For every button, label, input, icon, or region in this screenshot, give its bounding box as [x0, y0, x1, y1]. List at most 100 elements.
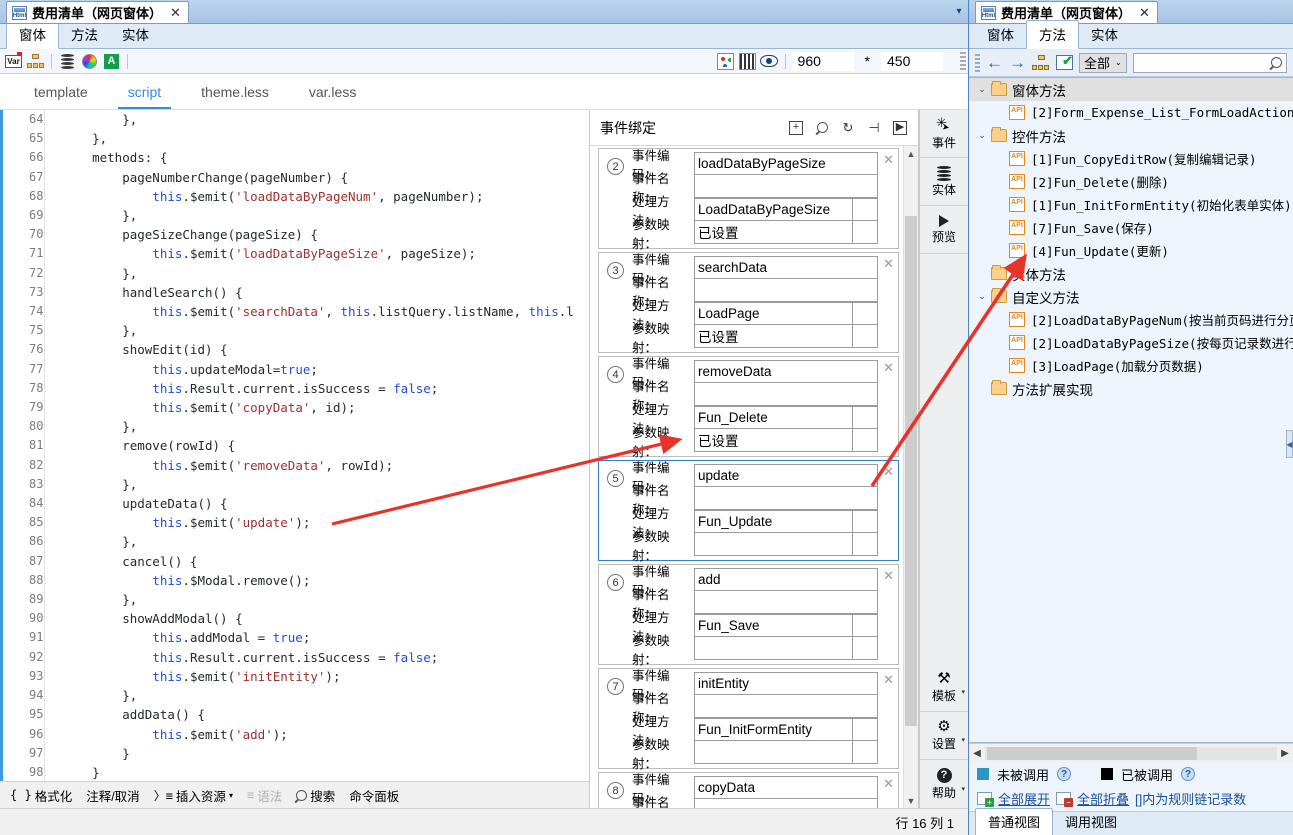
code-line-text[interactable]: }, — [62, 417, 589, 436]
close-icon[interactable]: ✕ — [1139, 5, 1150, 21]
param-map-button[interactable] — [852, 533, 878, 556]
hscroll-thumb[interactable] — [987, 746, 1198, 760]
tree-folder-node[interactable]: 实体方法 — [969, 262, 1293, 285]
tree-twisty-icon[interactable]: ⌄ — [973, 130, 991, 141]
right-menu-tab-method[interactable]: 方法 — [1026, 20, 1079, 49]
code-line-text[interactable]: showAddModal() { — [62, 609, 589, 628]
code-line-text[interactable]: }, — [62, 590, 589, 609]
tree-method-node[interactable]: API [2]LoadDataByPageNum(按当前页码进行分页) — [969, 308, 1293, 331]
rail-button-template[interactable]: ⚒ 模板 ▾ — [920, 664, 968, 712]
code-line-text[interactable]: pageNumberChange(pageNumber) { — [62, 168, 589, 187]
scroll-up-icon[interactable]: ▲ — [904, 146, 918, 161]
scroll-left-icon[interactable]: ◀ — [969, 748, 985, 759]
handler-picker-button[interactable] — [852, 510, 878, 533]
database-icon[interactable] — [58, 52, 77, 71]
chevron-down-icon[interactable]: ▾ — [961, 736, 965, 744]
event-code-input[interactable]: copyData — [694, 776, 878, 799]
handler-input[interactable]: Fun_Save — [694, 614, 852, 637]
tab-var-less[interactable]: var.less — [289, 76, 376, 108]
help-icon-called[interactable]: ? — [1181, 767, 1196, 781]
event-code-input[interactable]: loadDataByPageSize — [694, 152, 878, 175]
param-map-input[interactable] — [694, 637, 852, 660]
tree-horizontal-scrollbar[interactable]: ◀ ▶ — [969, 743, 1293, 762]
search-button[interactable]: 搜索 — [293, 786, 335, 805]
code-line-text[interactable]: remove(rowId) { — [62, 436, 589, 455]
hscroll-track[interactable] — [985, 746, 1277, 760]
green-a-icon[interactable]: A — [102, 52, 121, 71]
tree-folder-node[interactable]: ⌄ 窗体方法 — [969, 78, 1293, 101]
insert-resource-button[interactable]: 〉≡ 插入资源 ▾ — [154, 786, 233, 805]
tree-method-node[interactable]: API [7]Fun_Save(保存) — [969, 216, 1293, 239]
scroll-right-icon[interactable]: ▶ — [1277, 748, 1293, 759]
code-line-text[interactable]: showEdit(id) { — [62, 340, 589, 359]
code-line-text[interactable]: this.Result.current.isSuccess = false; — [62, 648, 589, 667]
add-icon[interactable]: + — [788, 120, 804, 136]
event-name-input[interactable] — [694, 175, 878, 198]
param-map-input[interactable]: 已设置 — [694, 221, 852, 244]
param-map-input[interactable]: 已设置 — [694, 429, 852, 452]
param-map-button[interactable] — [852, 637, 878, 660]
layout-grid-icon[interactable] — [716, 52, 735, 71]
code-line-text[interactable]: this.$emit('initEntity'); — [62, 667, 589, 686]
code-line-text[interactable]: this.$emit('loadDataByPageNum', pageNumb… — [62, 187, 589, 206]
filter-select[interactable]: 全部 ⌄ — [1079, 52, 1127, 73]
handler-input[interactable]: Fun_Update — [694, 510, 852, 533]
code-line-text[interactable]: handleSearch() { — [62, 283, 589, 302]
forward-icon[interactable]: → — [1009, 54, 1026, 71]
refresh-icon[interactable]: ↻ — [840, 120, 856, 136]
tab-normal-view[interactable]: 普通视图 — [975, 808, 1054, 835]
rail-button-entity[interactable]: 实体 — [920, 158, 968, 206]
sitemap-icon[interactable] — [26, 52, 45, 71]
event-name-input[interactable] — [694, 279, 878, 302]
param-map-button[interactable] — [852, 429, 878, 452]
tree-method-node[interactable]: API [2]Form_Expense_List_FormLoadAction(F… — [969, 101, 1293, 124]
sitemap-icon[interactable] — [1032, 54, 1050, 71]
tree-method-node[interactable]: API [1]Fun_InitFormEntity(初始化表单实体) — [969, 193, 1293, 216]
tree-method-node[interactable]: API [1]Fun_CopyEditRow(复制编辑记录) — [969, 147, 1293, 170]
remove-binding-icon[interactable]: ✕ — [883, 256, 894, 272]
tree-folder-node[interactable]: ⌄ 自定义方法 — [969, 285, 1293, 308]
eye-icon[interactable] — [760, 52, 779, 71]
var-icon[interactable]: Var — [4, 52, 23, 71]
code-line-text[interactable]: }, — [62, 264, 589, 283]
document-tab-expense-list[interactable]: Html 费用清单（网页窗体） ✕ — [6, 1, 189, 23]
event-code-input[interactable]: removeData — [694, 360, 878, 383]
handler-input[interactable]: LoadDataByPageSize — [694, 198, 852, 221]
handler-input[interactable]: Fun_InitFormEntity — [694, 718, 852, 741]
handler-picker-button[interactable] — [852, 406, 878, 429]
chevron-down-icon[interactable]: ▾ — [229, 791, 233, 800]
tab-call-view[interactable]: 调用视图 — [1053, 809, 1129, 835]
search-icon[interactable] — [814, 119, 830, 136]
menu-tab-form[interactable]: 窗体 — [6, 20, 59, 49]
rail-button-event[interactable]: 事件 — [920, 110, 968, 158]
handler-picker-button[interactable] — [852, 198, 878, 221]
code-line-text[interactable]: }, — [62, 475, 589, 494]
event-name-input[interactable] — [694, 799, 878, 808]
event-binding-card[interactable]: ✕8事件编码：copyData事件名称：处理方法：Fun_CopyEditRow… — [598, 772, 899, 808]
code-line-text[interactable]: updateData() { — [62, 494, 589, 513]
tree-method-node[interactable]: API [2]Fun_Delete(删除) — [969, 170, 1293, 193]
rail-button-preview[interactable]: 预览 — [920, 206, 968, 254]
collapse-icon[interactable]: ⊣ — [866, 120, 882, 136]
help-icon-not-called[interactable]: ? — [1057, 767, 1072, 781]
code-line-text[interactable]: this.$emit('removeData', rowId); — [62, 456, 589, 475]
code-line-text[interactable]: this.addModal = true; — [62, 628, 589, 647]
back-icon[interactable]: ← — [986, 54, 1003, 71]
rail-button-settings[interactable]: ⚙ 设置 ▾ — [920, 712, 968, 760]
event-code-input[interactable]: initEntity — [694, 672, 878, 695]
code-line-text[interactable]: }, — [62, 686, 589, 705]
tree-folder-node[interactable]: 方法扩展实现 — [969, 377, 1293, 400]
scrollbar-thumb[interactable] — [905, 216, 917, 726]
right-menu-tab-entity[interactable]: 实体 — [1079, 21, 1130, 48]
event-binding-card[interactable]: ✕ 6 事件编码： add 事件名称： 处理方法： Fun_Save 参数映射： — [598, 564, 899, 667]
qr-code-icon[interactable] — [738, 52, 757, 71]
canvas-width-input[interactable]: 960 — [791, 51, 854, 71]
param-map-input[interactable]: 已设置 — [694, 325, 852, 348]
scroll-down-icon[interactable]: ▼ — [904, 793, 918, 808]
right-menu-tab-form[interactable]: 窗体 — [975, 21, 1026, 48]
code-line-text[interactable]: }, — [62, 532, 589, 551]
remove-binding-icon[interactable]: ✕ — [883, 464, 894, 480]
code-line-text[interactable]: cancel() { — [62, 552, 589, 571]
code-line-text[interactable]: this.$emit('loadDataByPageSize', pageSiz… — [62, 244, 589, 263]
event-binding-card[interactable]: ✕ 2 事件编码： loadDataByPageSize 事件名称： 处理方法： LoadD… — [598, 148, 899, 251]
